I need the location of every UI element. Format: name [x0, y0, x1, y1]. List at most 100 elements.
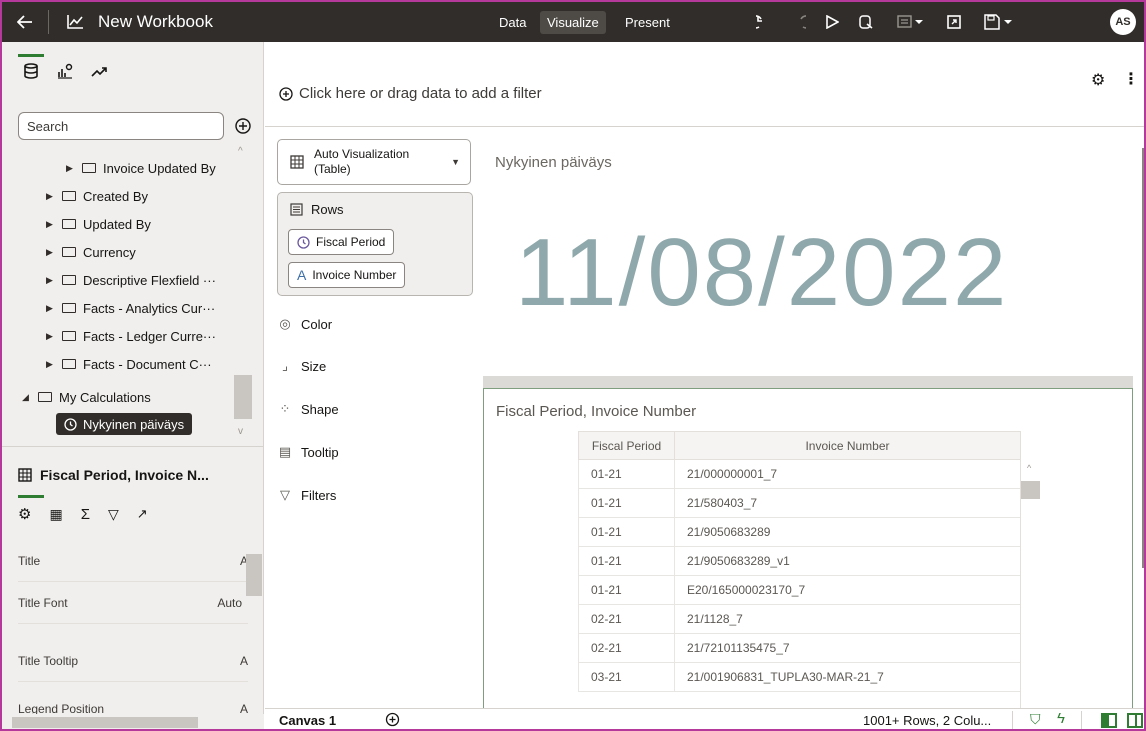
tree-item[interactable]: ▶ Updated By	[46, 212, 151, 236]
analytics-icon[interactable]: ↗	[137, 506, 148, 522]
tree-item[interactable]: ▶ Invoice Updated By	[66, 156, 216, 180]
lightning-icon[interactable]: ϟ	[1057, 710, 1065, 727]
prop-title-font[interactable]: Title Font Auto	[18, 582, 248, 624]
expand-icon: ▶	[46, 218, 53, 229]
comment-icon	[897, 15, 923, 28]
add-canvas-button[interactable]	[385, 712, 400, 729]
tab-data[interactable]: Data	[492, 2, 533, 42]
folder-icon	[62, 219, 76, 229]
scroll-down-icon[interactable]: v	[238, 426, 243, 437]
prop-label: Title	[18, 553, 41, 568]
table-cell: E20/165000023170_7	[674, 575, 1021, 605]
grammar-item-label: Color	[301, 316, 333, 332]
prop-title-tooltip[interactable]: Title Tooltip A	[18, 640, 248, 682]
prop-title[interactable]: Title A	[18, 540, 248, 582]
tree-item-label: Descriptive Flexfield ···	[83, 272, 216, 288]
table-icon[interactable]: ▦	[49, 506, 62, 523]
tree-item[interactable]: ▶ Created By	[46, 184, 148, 208]
table-visualization[interactable]: Fiscal Period, Invoice Number Fiscal Per…	[483, 388, 1133, 709]
tab-visualize[interactable]: Visualize	[540, 2, 606, 42]
size-drop-zone[interactable]: ⌟ Size	[277, 354, 326, 378]
viz-divider[interactable]	[483, 376, 1133, 388]
table-row[interactable]: 01-21 21/580403_7	[578, 488, 1021, 518]
table-row[interactable]: 01-21 21/9050683289	[578, 517, 1021, 547]
table-icon	[18, 468, 32, 482]
export-icon[interactable]	[942, 2, 966, 42]
analytics-icon[interactable]	[86, 58, 112, 84]
tree-item-label: Facts - Ledger Curre···	[83, 328, 216, 344]
undo-icon[interactable]	[752, 2, 776, 42]
save-menu[interactable]	[978, 2, 1018, 42]
play-icon[interactable]	[820, 2, 844, 42]
canvas-tab[interactable]: Canvas 1	[279, 713, 336, 728]
scroll-up-icon[interactable]: ^	[1027, 463, 1031, 473]
save-icon	[984, 14, 1012, 30]
grammar-item-label: Size	[301, 358, 327, 374]
scroll-up-icon[interactable]: ^	[238, 146, 243, 157]
chart-workbook-icon	[64, 2, 86, 42]
table-scroll-thumb[interactable]	[1021, 481, 1040, 499]
canvas-scrollbar[interactable]	[1142, 148, 1144, 568]
workbook-title[interactable]: New Workbook	[98, 2, 213, 42]
table-row[interactable]: 02-21 21/1128_7	[578, 604, 1021, 634]
more-vertical-icon[interactable]: ⋮	[1123, 69, 1139, 89]
table-row[interactable]: 01-21 21/9050683289_v1	[578, 546, 1021, 576]
color-drop-zone[interactable]: ◎ Color	[277, 312, 332, 336]
tree-item[interactable]: ▶ Currency	[46, 240, 136, 264]
table-row[interactable]: 01-21 E20/165000023170_7	[578, 575, 1021, 605]
table-cell: 21/1128_7	[674, 604, 1021, 634]
visualizations-icon[interactable]	[52, 58, 78, 84]
panel-right-icon[interactable]	[1127, 713, 1143, 728]
tree-item-my-calculations[interactable]: ◢ My Calculations	[22, 385, 151, 409]
column-header[interactable]: Fiscal Period	[578, 431, 675, 460]
back-button[interactable]	[10, 2, 40, 42]
tree-scrollbar[interactable]	[234, 375, 252, 419]
tree-item[interactable]: ▶ Facts - Analytics Cur···	[46, 296, 215, 320]
rows-drop-zone[interactable]: Rows Fiscal Period A Invoice Number	[277, 192, 473, 296]
table-cell: 21/580403_7	[674, 488, 1021, 518]
filters-drop-zone[interactable]: ▽ Filters	[277, 483, 336, 507]
search-input[interactable]: Search	[18, 112, 224, 140]
table-row[interactable]: 01-21 21/000000001_7	[578, 459, 1021, 489]
tree-item[interactable]: ▶ Descriptive Flexfield ···	[46, 268, 216, 292]
settings-gear-icon[interactable]: ⚙	[1091, 70, 1105, 90]
comment-menu[interactable]	[890, 2, 930, 42]
rows-header: Rows	[290, 202, 344, 217]
table-row[interactable]: 02-21 21/72101135475_7	[578, 633, 1021, 663]
column-header[interactable]: Invoice Number	[674, 431, 1021, 460]
table-cell: 21/000000001_7	[674, 459, 1021, 489]
left-horizontal-scrollbar[interactable]	[2, 714, 264, 729]
table-scrollbar[interactable]: ^	[1020, 431, 1040, 709]
chip-label: Fiscal Period	[316, 235, 386, 249]
bottom-bar: Canvas 1 1001+ Rows, 2 Colu... ⛉ ϟ	[265, 708, 1144, 729]
tree-item[interactable]: ▶ Facts - Document C···	[46, 352, 212, 376]
table-cell: 02-21	[578, 633, 675, 663]
tooltip-drop-zone[interactable]: ▤ Tooltip	[277, 440, 339, 464]
tree-item[interactable]: ▶ Facts - Ledger Curre···	[46, 324, 216, 348]
row-chip-invoice-number[interactable]: A Invoice Number	[288, 262, 406, 288]
tree-item-selected-calculation[interactable]: Nykyinen päiväys	[56, 412, 193, 436]
data-table: Fiscal Period Invoice Number 01-21 21/000…	[578, 431, 1021, 692]
table-row[interactable]: 03-21 21/001906831_TUPLA30-MAR-21_7	[578, 662, 1021, 692]
plus-circle-icon[interactable]	[234, 117, 252, 135]
panel-left-icon[interactable]	[1101, 713, 1117, 728]
user-menu[interactable]: AS	[1109, 2, 1137, 42]
row-chip-fiscal-period[interactable]: Fiscal Period	[288, 229, 395, 255]
data-quality-icon[interactable]: ⛉	[1030, 711, 1041, 728]
refresh-data-icon[interactable]	[854, 2, 878, 42]
properties-scrollbar[interactable]	[246, 554, 262, 596]
prop-label: Title Font	[18, 595, 68, 610]
viz-type-select[interactable]: Auto Visualization (Table) ▼	[277, 139, 471, 185]
filter-bar[interactable]: Click here or drag data to add a filter …	[265, 42, 1144, 127]
expand-icon: ▶	[46, 330, 53, 341]
filter-icon[interactable]: ▽	[108, 506, 119, 523]
database-icon[interactable]	[18, 58, 44, 84]
row-count-status: 1001+ Rows, 2 Colu...	[863, 713, 992, 728]
settings-icon[interactable]: ⚙	[18, 505, 31, 523]
redo-icon[interactable]	[786, 2, 810, 42]
shape-drop-zone[interactable]: ⁘ Shape	[277, 397, 339, 421]
tab-present[interactable]: Present	[618, 2, 677, 42]
prop-value: Auto	[217, 595, 242, 610]
sigma-icon[interactable]: Σ	[81, 506, 90, 523]
add-filter-prompt[interactable]: Click here or drag data to add a filter	[279, 85, 542, 102]
